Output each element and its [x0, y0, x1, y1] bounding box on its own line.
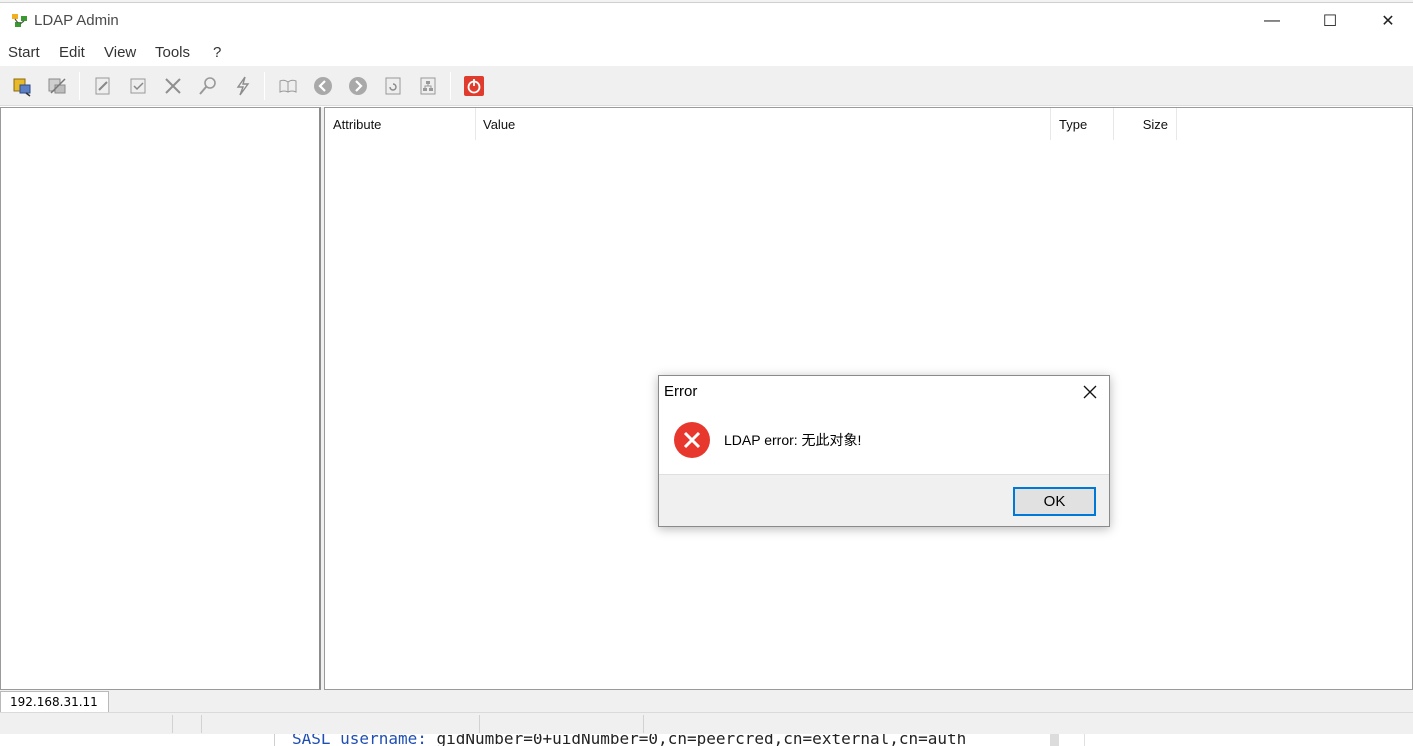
- minimize-button[interactable]: —: [1243, 3, 1301, 39]
- schema-icon[interactable]: [417, 75, 439, 97]
- title-bar[interactable]: LDAP Admin — ☐ ✕: [0, 3, 1413, 39]
- menu-start[interactable]: Start: [8, 44, 40, 61]
- error-dialog: Error LDAP error: 无此对象! OK: [658, 375, 1110, 527]
- menu-help[interactable]: ?: [213, 44, 221, 61]
- terminal-key: SASL username:: [292, 734, 427, 746]
- status-bar: [0, 712, 1413, 734]
- dialog-close-button[interactable]: [1075, 378, 1105, 406]
- delete-icon[interactable]: [162, 75, 184, 97]
- forward-icon[interactable]: [347, 75, 369, 97]
- status-divider: [201, 715, 202, 733]
- ldap-query-icon[interactable]: [232, 75, 254, 97]
- book-icon[interactable]: [277, 75, 299, 97]
- column-header-value[interactable]: Value: [476, 108, 1051, 140]
- maximize-button[interactable]: ☐: [1301, 3, 1359, 39]
- directory-tree-pane[interactable]: [0, 107, 321, 690]
- close-window-button[interactable]: ✕: [1359, 3, 1413, 39]
- edit-entry-icon[interactable]: [92, 75, 114, 97]
- menu-edit[interactable]: Edit: [59, 44, 85, 61]
- ldap-admin-app-icon: [11, 13, 29, 29]
- toolbar-separator: [264, 72, 265, 100]
- menu-bar: Start Edit View Tools ?: [0, 39, 1413, 66]
- terminal-output-line: SASL username: gidNumber=0+uidNumber=0,c…: [292, 734, 966, 746]
- terminal-gutter: [274, 734, 275, 746]
- disconnect-icon[interactable]: [47, 75, 69, 97]
- error-message: LDAP error: 无此对象!: [724, 432, 862, 448]
- status-divider: [172, 715, 173, 733]
- error-icon: [673, 421, 711, 459]
- column-header-type[interactable]: Type: [1051, 108, 1114, 140]
- connection-tab-bar: 192.168.31.11: [0, 690, 1413, 712]
- terminal-value: gidNumber=0+uidNumber=0,cn=peercred,cn=e…: [436, 734, 967, 746]
- menu-tools[interactable]: Tools: [155, 44, 190, 61]
- back-icon[interactable]: [312, 75, 334, 97]
- column-header-attribute[interactable]: Attribute: [325, 108, 476, 140]
- close-icon: [1083, 385, 1097, 399]
- terminal-scrollbar: [1050, 734, 1059, 746]
- column-header-size[interactable]: Size: [1114, 108, 1177, 140]
- connection-tab[interactable]: 192.168.31.11: [0, 691, 109, 712]
- search-icon[interactable]: [197, 75, 219, 97]
- save-entry-icon[interactable]: [127, 75, 149, 97]
- toolbar-separator: [79, 72, 80, 100]
- status-divider: [643, 715, 644, 733]
- dialog-title: Error: [664, 383, 698, 400]
- menu-view[interactable]: View: [104, 44, 136, 61]
- refresh-icon[interactable]: [382, 75, 404, 97]
- connect-icon[interactable]: [12, 75, 34, 97]
- status-divider: [479, 715, 480, 733]
- dialog-footer: OK: [659, 474, 1109, 526]
- dialog-body: LDAP error: 无此对象!: [659, 406, 1109, 474]
- toolbar-separator: [450, 72, 451, 100]
- ok-button[interactable]: OK: [1013, 487, 1096, 516]
- toolbar: [0, 66, 1413, 106]
- background-terminal-window: SASL username: gidNumber=0+uidNumber=0,c…: [0, 734, 1413, 746]
- terminal-divider: [1084, 734, 1085, 746]
- window-title: LDAP Admin: [34, 12, 119, 29]
- exit-icon[interactable]: [463, 75, 485, 97]
